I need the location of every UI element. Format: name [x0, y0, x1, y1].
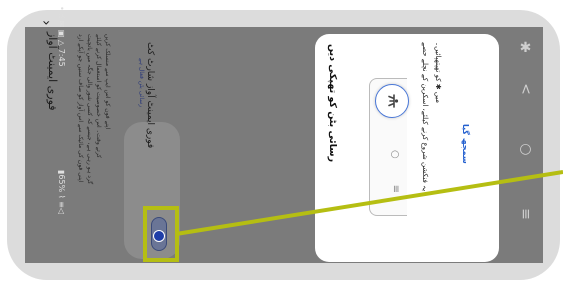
status-bar-right: ▮65% ⌇ ≡◁	[57, 170, 66, 215]
back-chevron-icon[interactable]: ›	[38, 20, 54, 26]
description-line: اپنے فون کو اس ایپ سے منسلک کریں	[104, 34, 111, 130]
illustration-home-icon: ○	[390, 149, 400, 160]
got-it-button[interactable]: سمجھ گیا	[461, 124, 470, 164]
accessibility-icon[interactable]: ✱	[515, 41, 536, 55]
toggle-highlight-box	[143, 206, 179, 262]
back-icon[interactable]: ≡	[518, 204, 534, 225]
toggle-card-subtitle: رسائی بٹن فعال ہے	[138, 58, 145, 108]
accessibility-icon	[375, 84, 409, 118]
accessibility-dialog	[315, 34, 499, 262]
home-icon[interactable]: ○	[515, 142, 536, 156]
description-line: گرد ہو رہی ہے، جیسے کہ کسی شور والی جگہ …	[86, 34, 93, 185]
illustration-menu-icon: ≡	[390, 184, 401, 194]
dialog-title: رسائی بٹن کو تھپکی دیں	[327, 44, 338, 163]
description-line: اپنی فون کی مائیک سے اس آواز کو صاف سنیں…	[77, 34, 84, 183]
recent-apps-icon[interactable]: <	[518, 79, 534, 100]
toggle-card-title: فوری ایمینٹ آواز شارٹ کٹ	[145, 42, 155, 149]
dialog-body-line: یہ فنکشن شروع کرنے کیلئے، اسکرین کے نچلے…	[421, 42, 429, 192]
page-title: فوری ایمینٹ آواز	[46, 32, 59, 111]
description-line: کرتے وقت۔ اس خصوصیت کو استعمال کرنے کیلئ…	[95, 34, 102, 159]
navigation-bar: ✱ < ○ ≡	[515, 27, 536, 263]
dialog-body-line: میں ✱ کو تھپتھپائیں۔	[434, 42, 442, 104]
